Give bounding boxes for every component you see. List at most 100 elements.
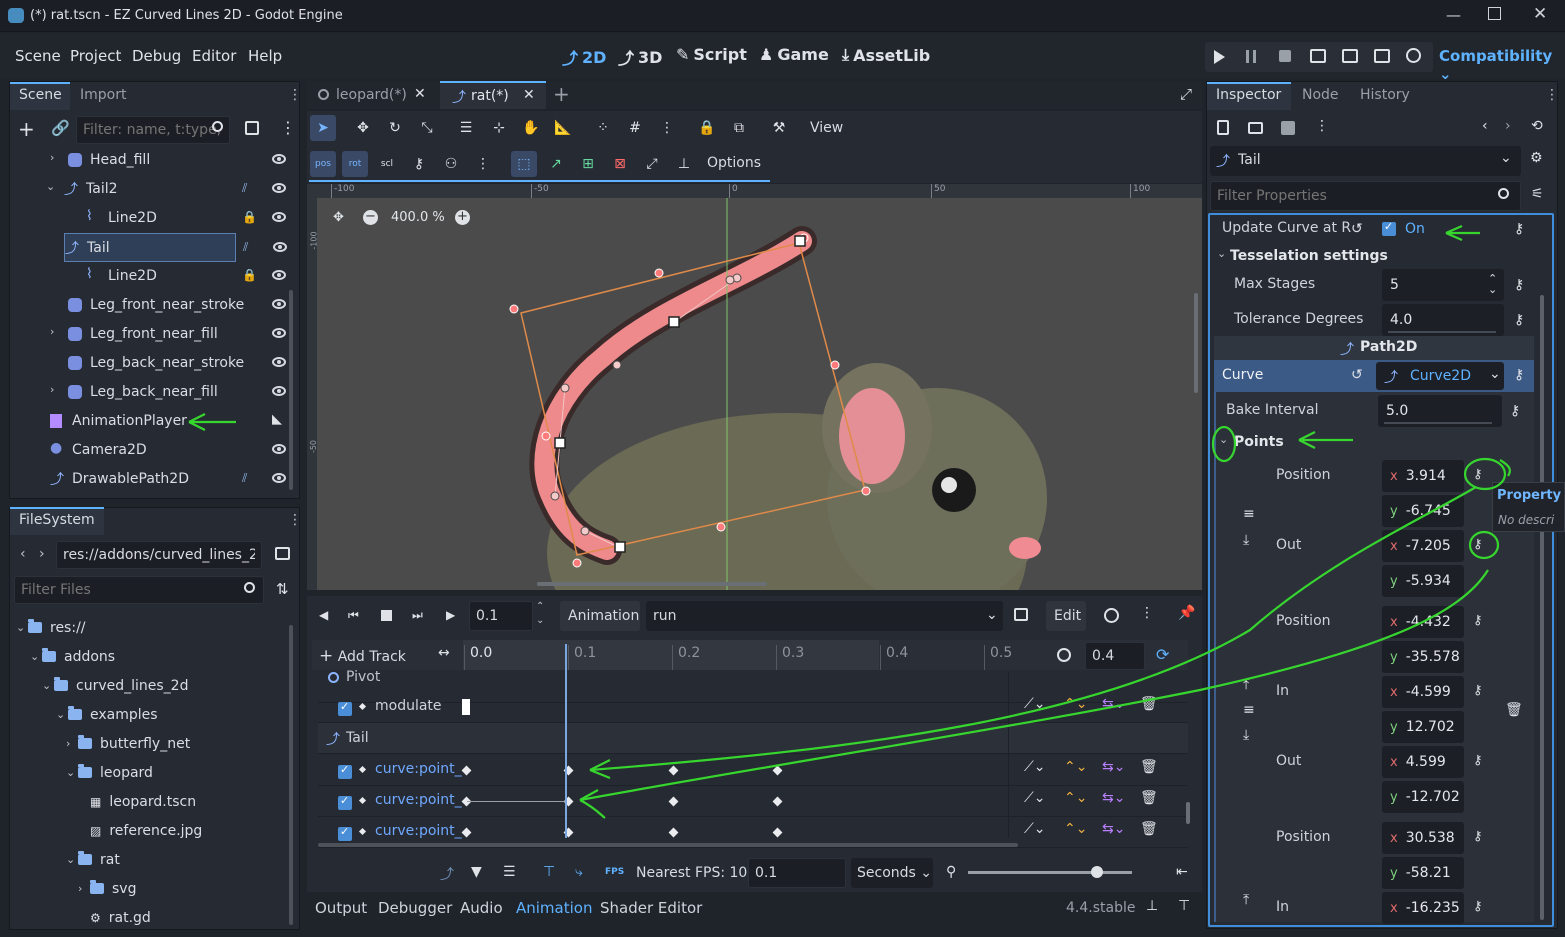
close-curve-icon[interactable]: ⤢ <box>639 151 665 177</box>
fps-icon[interactable]: FPS <box>605 867 624 877</box>
point-x-input[interactable]: x -4.432 <box>1382 606 1464 638</box>
point-x-input[interactable]: x 30.538 <box>1382 822 1464 854</box>
point-x-input[interactable]: x -16.235 <box>1382 892 1464 924</box>
visibility-icon[interactable] <box>272 386 286 396</box>
update-mode-icon[interactable]: ⌃⌄ <box>1064 696 1087 712</box>
play-scene-icon[interactable] <box>1342 49 1358 63</box>
point-x-input[interactable]: x 3.914 <box>1382 460 1464 492</box>
scene-filter-input[interactable] <box>76 116 230 144</box>
tolerance-input[interactable]: 4.0 <box>1382 304 1504 336</box>
keyframe[interactable] <box>772 796 783 807</box>
keyframe-icon[interactable]: ⚷ <box>1514 367 1524 383</box>
new-resource-icon[interactable] <box>1217 120 1229 135</box>
open-resource-icon[interactable] <box>1248 122 1263 134</box>
tab-leopard[interactable]: leopard(*) ✕ <box>307 81 437 109</box>
chevron-icon[interactable]: ⌄ <box>66 853 78 866</box>
curve-point[interactable] <box>554 437 566 449</box>
visibility-icon[interactable] <box>273 242 287 252</box>
fit-width-icon[interactable]: ↔ <box>438 645 450 661</box>
bbox-handle[interactable] <box>861 486 871 496</box>
chevron-icon[interactable]: › <box>50 151 54 164</box>
snap-options-icon[interactable]: ⋮ <box>654 115 680 141</box>
track-enabled-checkbox[interactable] <box>338 825 352 841</box>
lock-icon[interactable]: 🔒 <box>242 210 257 224</box>
bbox-handle[interactable] <box>541 431 551 441</box>
fullscreen-icon[interactable]: ⤢ <box>1180 85 1192 103</box>
keyframe[interactable] <box>772 827 783 838</box>
stop-anim-icon[interactable] <box>381 610 392 621</box>
view-menu[interactable]: View <box>810 120 843 136</box>
zoom-slider-handle[interactable] <box>1091 866 1103 878</box>
chevron-icon[interactable]: ⌄ <box>56 708 68 721</box>
loop-wrap-icon[interactable]: ⇆⌄ <box>1102 790 1125 806</box>
grid-snap-icon[interactable]: # <box>622 115 648 141</box>
point-x-input[interactable]: x -7.205 <box>1382 530 1464 562</box>
keyframe-icon[interactable]: ⚷ <box>1510 403 1520 419</box>
anim-track-row[interactable]: ⤴ Tail <box>318 723 1188 754</box>
chevron-icon[interactable]: ⌄ <box>30 650 42 663</box>
fs-item[interactable]: ⌄ curved_lines_2d <box>42 671 188 700</box>
visibility-icon[interactable] <box>272 270 286 280</box>
update-curve-checkbox[interactable] <box>1382 220 1396 236</box>
point-y-input[interactable]: y -12.702 <box>1382 781 1464 813</box>
interpolation-icon[interactable]: ⟋⌄ <box>1024 759 1046 775</box>
anim-track-row[interactable]: curve:point_ ⟋⌄ ⌃⌄ ⇆⌄ 🗑 <box>318 786 1188 817</box>
workspace-3d[interactable]: ⤴ 3D <box>618 45 662 69</box>
curve-control-point[interactable] <box>612 360 622 370</box>
scene-tree-item[interactable]: Leg_back_near_stroke <box>10 349 290 378</box>
tab-import[interactable]: Import <box>80 87 126 103</box>
rotate-tool-icon[interactable]: ↻ <box>382 115 408 141</box>
curve-point[interactable] <box>794 235 806 247</box>
track-h-scrollbar[interactable] <box>318 843 1018 847</box>
fs-path-input[interactable] <box>56 541 262 569</box>
zoom-out-icon[interactable]: − <box>363 210 378 225</box>
pause-icon[interactable] <box>1246 50 1256 63</box>
filter-icon[interactable]: ▼ <box>471 864 482 880</box>
track-enabled-checkbox[interactable] <box>338 794 352 810</box>
list-select-icon[interactable]: ☰ <box>453 115 479 141</box>
history-back-icon[interactable]: ‹ <box>1482 118 1488 134</box>
scene-options-icon[interactable]: ⋮ <box>280 118 296 137</box>
reorder-icon[interactable]: ≡ <box>1243 506 1255 522</box>
chevron-icon[interactable]: ⌄ <box>42 679 54 692</box>
save-resource-icon[interactable] <box>1281 121 1295 135</box>
scene-tree-item[interactable]: ⌇ Line2D 🔒 <box>10 262 290 291</box>
interpolation-icon[interactable]: ⟋⌄ <box>1024 696 1046 712</box>
inspector-scrollbar[interactable] <box>1540 295 1544 920</box>
visibility-icon[interactable] <box>272 328 286 338</box>
keyframe[interactable] <box>668 765 679 776</box>
visibility-icon[interactable] <box>272 299 286 309</box>
keyframe[interactable] <box>461 827 472 838</box>
chevron-icon[interactable]: ⌄ <box>46 180 55 193</box>
fs-scrollbar[interactable] <box>289 625 293 925</box>
pin-icon[interactable]: 📌 <box>1178 605 1195 621</box>
snap-step-input[interactable] <box>748 858 846 888</box>
loop-wrap-icon[interactable]: ⇆⌄ <box>1102 821 1125 837</box>
movie-maker-icon[interactable] <box>1406 48 1421 63</box>
keyframe-icon[interactable]: ⚷ <box>1514 277 1524 293</box>
v-scrollbar[interactable] <box>1194 293 1198 393</box>
renderer-dropdown[interactable]: Compatibility ⌄ <box>1439 47 1565 83</box>
keyframe-icon[interactable]: ⚷ <box>1473 613 1483 628</box>
bbox-handle[interactable] <box>654 268 664 278</box>
zoom-level[interactable]: 400.0 % <box>391 210 445 225</box>
bone-icon[interactable]: ⚒ <box>766 115 792 141</box>
scene-tree-item[interactable]: ⤴ DrawablePath2D ⫽ <box>10 465 290 494</box>
fs-item[interactable]: ▨ reference.jpg <box>78 816 202 845</box>
fs-item[interactable]: ⌄ res:// <box>16 613 86 642</box>
point-y-input[interactable]: y -35.578 <box>1382 641 1464 673</box>
canvas-viewport[interactable]: ✥ − 400.0 % + <box>317 198 1202 590</box>
delete-track-icon[interactable]: 🗑 <box>1140 790 1158 806</box>
bottom-tab[interactable]: Audio <box>460 899 503 917</box>
anim-time-input[interactable] <box>469 601 533 631</box>
scene-tree-item[interactable]: ⌇ Line2D 🔒 <box>10 204 290 233</box>
scene-dock-menu-icon[interactable]: ⋮ <box>288 87 302 103</box>
bottom-tab[interactable]: Shader Editor <box>600 899 702 917</box>
scene-tree-item[interactable]: ⤴ Tail ⫽ <box>64 233 287 262</box>
edit-scale-icon[interactable]: scl <box>374 151 400 177</box>
move-up-icon[interactable]: ⤒ <box>1243 892 1249 908</box>
keyframe-icon[interactable]: ⚷ <box>1473 753 1483 768</box>
scene-tree-item[interactable]: AnimationPlayer ◣ <box>10 407 290 436</box>
curve-control-point[interactable] <box>560 383 570 393</box>
bbox-handle[interactable] <box>830 360 840 370</box>
